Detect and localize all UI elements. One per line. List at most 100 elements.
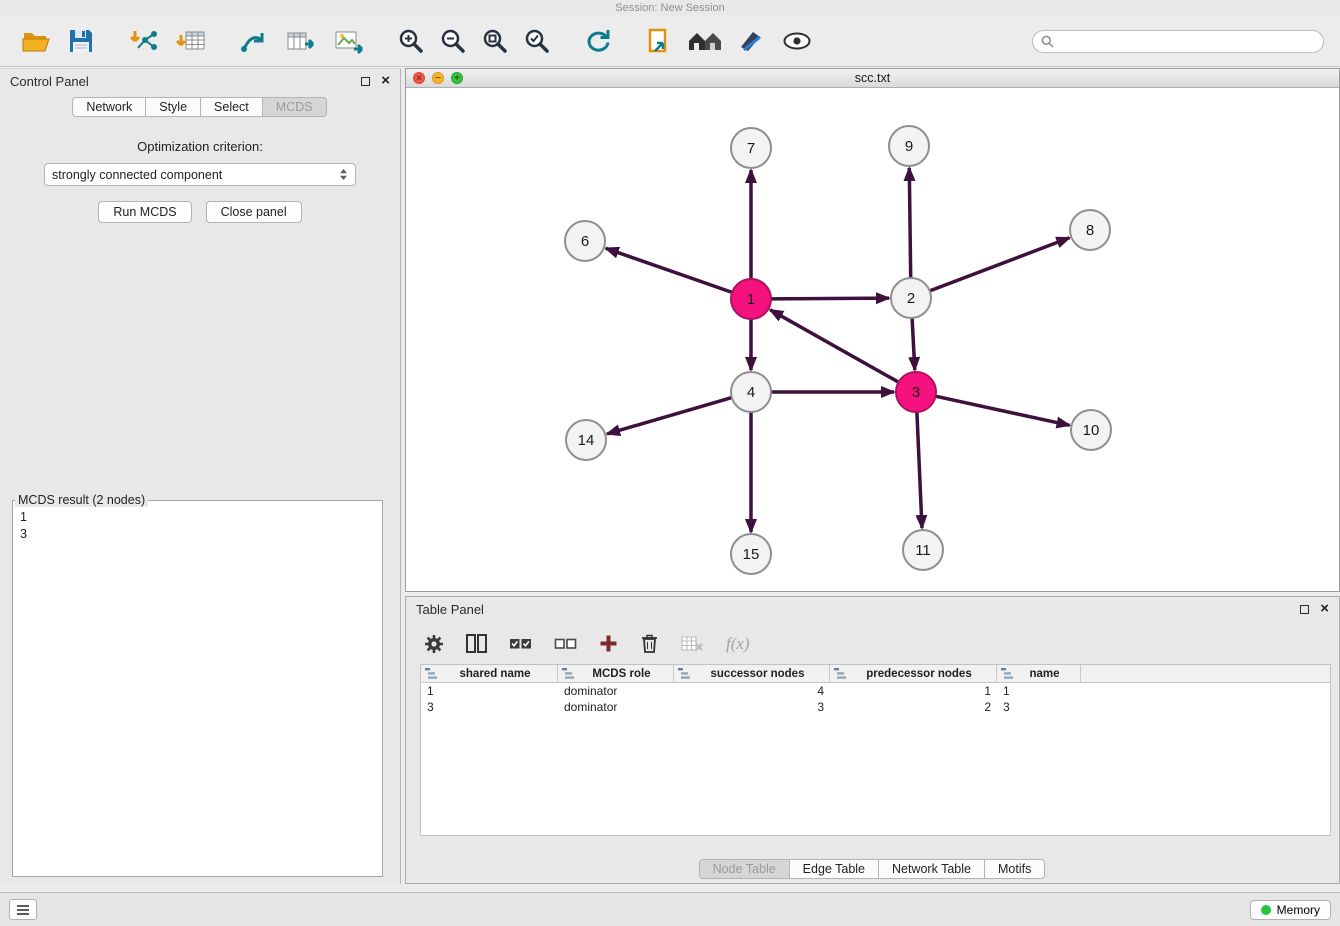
graph-node-6[interactable]: 6 xyxy=(565,221,605,261)
list-icon xyxy=(16,904,30,916)
delete-table-button[interactable] xyxy=(681,635,704,652)
cell-shared-name[interactable]: 1 xyxy=(421,683,558,699)
graph-node-9[interactable]: 9 xyxy=(889,126,929,166)
graph-node-2[interactable]: 2 xyxy=(891,278,931,318)
column-label: successor nodes xyxy=(690,668,825,680)
column-label: predecessor nodes xyxy=(846,668,992,680)
tab-network[interactable]: Network xyxy=(72,97,146,117)
cell-successor-nodes[interactable]: 4 xyxy=(674,683,830,699)
network-window-title: scc.txt xyxy=(855,71,890,85)
memory-label: Memory xyxy=(1277,903,1320,917)
delete-column-button[interactable] xyxy=(640,633,659,654)
minimize-window-icon[interactable]: − xyxy=(432,72,444,84)
graph-edge-3-10[interactable] xyxy=(936,396,1070,425)
cell-shared-name[interactable]: 3 xyxy=(421,699,558,715)
graph-edge-1-6[interactable] xyxy=(606,248,732,292)
cell-predecessor-nodes[interactable]: 1 xyxy=(830,683,997,699)
memory-button[interactable]: Memory xyxy=(1250,900,1331,920)
cell-successor-nodes[interactable]: 3 xyxy=(674,699,830,715)
trash-icon xyxy=(640,633,659,654)
graph-edge-2-8[interactable] xyxy=(930,238,1070,291)
refresh-button[interactable] xyxy=(584,28,612,54)
table-row[interactable]: 1dominator411 xyxy=(421,683,1330,699)
cell-predecessor-nodes[interactable]: 2 xyxy=(830,699,997,715)
graph-node-15[interactable]: 15 xyxy=(731,534,771,574)
graph-edge-2-3[interactable] xyxy=(912,318,915,370)
import-network-button[interactable] xyxy=(128,27,158,55)
eye-icon xyxy=(782,31,812,51)
checked-boxes-icon xyxy=(509,636,532,652)
graph-node-label: 1 xyxy=(747,291,755,308)
graph-node-14[interactable]: 14 xyxy=(566,420,606,460)
graph-edge-3-11[interactable] xyxy=(917,412,922,528)
graph-node-label: 3 xyxy=(912,384,920,401)
close-window-icon[interactable]: × xyxy=(413,72,425,84)
close-control-panel-icon[interactable]: × xyxy=(381,75,390,87)
tab-mcds[interactable]: MCDS xyxy=(262,97,327,117)
tab-edge-table[interactable]: Edge Table xyxy=(789,859,879,879)
run-mcds-button[interactable]: Run MCDS xyxy=(98,201,191,223)
tab-style[interactable]: Style xyxy=(145,97,201,117)
apply-style-button[interactable] xyxy=(738,29,766,53)
function-builder-button[interactable]: f(x) xyxy=(726,634,750,654)
column-header-name[interactable]: name xyxy=(997,665,1081,682)
cell-mcds-role[interactable]: dominator xyxy=(558,699,674,715)
tab-node-table[interactable]: Node Table xyxy=(699,859,790,879)
deselect-all-columns-button[interactable] xyxy=(554,636,577,652)
zoom-selected-button[interactable] xyxy=(524,28,550,54)
close-table-panel-icon[interactable]: × xyxy=(1320,603,1329,615)
maximize-window-icon[interactable]: + xyxy=(451,72,463,84)
network-graph[interactable]: 7 9 6 8 1 2 4 3 14 10 15 11 xyxy=(406,88,1339,591)
graph-node-8[interactable]: 8 xyxy=(1070,210,1110,250)
cell-name[interactable]: 3 xyxy=(997,699,1081,715)
duplicate-network-button[interactable] xyxy=(240,28,268,54)
show-columns-button[interactable] xyxy=(466,634,487,653)
export-image-button[interactable] xyxy=(334,28,364,54)
cell-mcds-role[interactable]: dominator xyxy=(558,683,674,699)
float-table-panel-icon[interactable] xyxy=(1300,605,1309,614)
graph-node-10[interactable]: 10 xyxy=(1071,410,1111,450)
graph-node-3[interactable]: 3 xyxy=(896,372,936,412)
cell-name[interactable]: 1 xyxy=(997,683,1081,699)
column-label: name xyxy=(1013,668,1076,680)
import-table-button[interactable] xyxy=(176,27,206,55)
tab-select[interactable]: Select xyxy=(200,97,263,117)
graph-edge-1-2[interactable] xyxy=(771,298,889,299)
column-header-mcds-role[interactable]: MCDS role xyxy=(558,665,674,682)
search-input[interactable] xyxy=(1059,34,1315,48)
column-header-shared-name[interactable]: shared name xyxy=(421,665,558,682)
graph-node-1[interactable]: 1 xyxy=(731,279,771,319)
optimization-dropdown[interactable]: strongly connected component xyxy=(44,163,356,186)
table-row[interactable]: 3dominator323 xyxy=(421,699,1330,715)
column-header-predecessor-nodes[interactable]: predecessor nodes xyxy=(830,665,997,682)
home-button[interactable] xyxy=(688,29,722,53)
add-column-button[interactable] xyxy=(599,634,618,653)
save-session-button[interactable] xyxy=(68,28,94,54)
graph-node-11[interactable]: 11 xyxy=(903,530,943,570)
tab-motifs[interactable]: Motifs xyxy=(984,859,1045,879)
search-box xyxy=(1032,30,1324,53)
export-network-button[interactable] xyxy=(286,28,316,54)
zoom-fit-button[interactable] xyxy=(482,28,508,54)
status-menu-button[interactable] xyxy=(9,899,37,920)
graph-node-7[interactable]: 7 xyxy=(731,128,771,168)
open-session-button[interactable] xyxy=(22,29,50,53)
zoom-in-button[interactable] xyxy=(398,28,424,54)
control-panel-tabs: NetworkStyleSelectMCDS xyxy=(0,97,400,117)
graph-node-label: 11 xyxy=(915,542,931,559)
zoom-out-button[interactable] xyxy=(440,28,466,54)
toggle-visibility-button[interactable] xyxy=(782,31,812,51)
select-all-columns-button[interactable] xyxy=(509,636,532,652)
graph-node-4[interactable]: 4 xyxy=(731,372,771,412)
copy-network-button[interactable] xyxy=(646,27,672,55)
table-settings-button[interactable] xyxy=(424,634,444,654)
graph-edge-4-14[interactable] xyxy=(607,398,732,434)
tab-network-table[interactable]: Network Table xyxy=(878,859,985,879)
column-header-successor-nodes[interactable]: successor nodes xyxy=(674,665,830,682)
float-panel-icon[interactable] xyxy=(361,77,370,86)
column-label: MCDS role xyxy=(574,668,669,680)
graph-edge-3-1[interactable] xyxy=(770,310,898,382)
close-panel-button[interactable]: Close panel xyxy=(206,201,302,223)
graph-edge-2-9[interactable] xyxy=(909,168,910,278)
table-toolbar: f(x) xyxy=(406,621,1339,664)
